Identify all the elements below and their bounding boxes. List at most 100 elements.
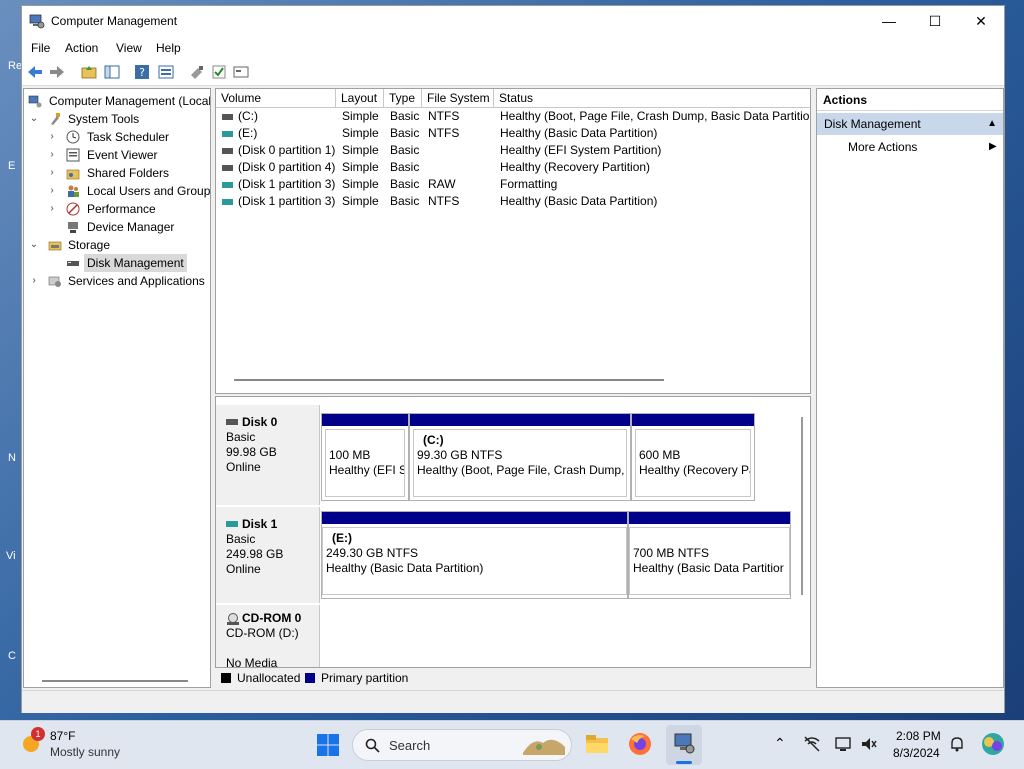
chevron-right-icon[interactable]: › [46, 200, 58, 218]
menu-bar: File Action View Help [22, 37, 1004, 59]
column-header-layout[interactable]: Layout [336, 89, 384, 108]
chevron-right-icon[interactable]: › [46, 146, 58, 164]
file-explorer-icon[interactable] [584, 731, 610, 757]
back-arrow-icon[interactable] [26, 63, 44, 81]
disk-0-label[interactable]: Disk 0 Basic 99.98 GB Online [216, 405, 320, 505]
taskbar-search-box[interactable]: Search [352, 729, 572, 761]
disk-0-partition-recovery[interactable]: 600 MB Healthy (Recovery Pa [631, 413, 755, 501]
clock-time[interactable]: 2:08 PM [896, 729, 941, 743]
notification-bell-icon[interactable] [948, 735, 966, 753]
up-folder-icon[interactable] [80, 63, 98, 81]
display-icon[interactable] [834, 735, 852, 753]
tree-item-task-scheduler[interactable]: › Task Scheduler [46, 128, 210, 146]
cd-drive-icon [227, 613, 239, 625]
tree-item-local-users[interactable]: › Local Users and Groups [46, 182, 210, 200]
primary-partition-swatch [305, 673, 315, 683]
tree-item-storage[interactable]: ⌄ Storage [28, 236, 210, 254]
chevron-right-icon[interactable]: › [46, 128, 58, 146]
network-icon[interactable] [803, 735, 821, 753]
chevron-down-icon[interactable]: ⌄ [28, 110, 40, 128]
tree-item-services-applications[interactable]: › Services and Applications [28, 272, 210, 290]
submenu-arrow-icon: ▶ [989, 141, 997, 152]
more-actions-item[interactable]: More Actions [848, 137, 917, 157]
computer-management-icon [29, 14, 45, 29]
desktop-icon-label: N [8, 452, 16, 464]
desktop-icon-label: C [8, 650, 16, 662]
clock-icon [66, 130, 80, 144]
copilot-icon[interactable] [980, 731, 1006, 757]
weather-temperature: 87°F [50, 729, 76, 743]
close-button[interactable]: ✕ [958, 6, 1004, 37]
menu-view[interactable]: View [116, 41, 142, 55]
disk-0-partition-1[interactable]: 100 MB Healthy (EFI S [321, 413, 409, 501]
desktop-icon-label: Vi [6, 550, 16, 562]
legend: Unallocated Primary partition [215, 669, 811, 687]
primary-partition-bar [629, 512, 790, 524]
tree-item-disk-management[interactable]: Disk Management [46, 254, 210, 272]
menu-file[interactable]: File [31, 41, 50, 55]
disk-1-label[interactable]: Disk 1 Basic 249.98 GB Online [216, 507, 320, 603]
weather-widget[interactable]: 1 87°F Mostly sunny [10, 727, 130, 763]
tree-horizontal-scrollbar[interactable] [42, 680, 188, 682]
primary-partition-bar [410, 414, 630, 426]
chevron-right-icon[interactable]: › [28, 272, 40, 290]
firefox-icon[interactable] [627, 731, 653, 757]
menu-help[interactable]: Help [156, 41, 181, 55]
active-app-indicator [676, 761, 692, 764]
tree-item-computer-management[interactable]: Computer Management (Local [26, 92, 210, 110]
minimize-button[interactable]: — [866, 6, 912, 37]
disk-view-vertical-scrollbar[interactable] [801, 417, 803, 595]
tree-item-event-viewer[interactable]: › Event Viewer [46, 146, 210, 164]
tree-item-shared-folders[interactable]: › Shared Folders [46, 164, 210, 182]
column-header-type[interactable]: Type [384, 89, 422, 108]
tree-item-performance[interactable]: › Performance [46, 200, 210, 218]
disk-0-partition-c[interactable]: (C:) 99.30 GB NTFS Healthy (Boot, Page F… [409, 413, 631, 501]
chevron-down-icon[interactable]: ⌄ [28, 236, 40, 254]
toolbar: ? [22, 59, 1004, 86]
unallocated-swatch [221, 673, 231, 683]
title-bar: Computer Management — ☐ ✕ [22, 6, 1004, 37]
tree-item-device-manager[interactable]: Device Manager [46, 218, 210, 236]
check-icon[interactable] [210, 63, 228, 81]
forward-arrow-icon[interactable] [48, 63, 66, 81]
actions-section-disk-management[interactable]: Disk Management ▲ [817, 113, 1003, 135]
clock-date[interactable]: 8/3/2024 [893, 746, 940, 760]
search-icon [365, 738, 380, 753]
connect-icon[interactable] [188, 63, 206, 81]
taskbar: 1 87°F Mostly sunny Search ⌃ 2:08 PM 8/3… [0, 720, 1024, 769]
weather-notification-badge: 1 [31, 727, 45, 741]
cdrom-0-label[interactable]: CD-ROM 0 CD-ROM (D:) No Media [216, 605, 320, 667]
properties-icon[interactable] [157, 63, 175, 81]
help-icon[interactable]: ? [133, 63, 151, 81]
windows-start-icon[interactable] [316, 733, 340, 757]
volume-muted-icon[interactable] [860, 735, 878, 753]
disk-management-icon [67, 261, 79, 266]
window-icon[interactable] [232, 63, 250, 81]
taskbar-computer-management[interactable] [666, 725, 702, 765]
chevron-right-icon[interactable]: › [46, 164, 58, 182]
services-icon [48, 276, 61, 287]
svg-text:?: ? [139, 66, 145, 79]
chevron-right-icon[interactable]: › [46, 182, 58, 200]
primary-partition-bar [322, 512, 627, 524]
maximize-button[interactable]: ☐ [912, 6, 958, 37]
volume-drive-icon [222, 165, 233, 171]
disk-1-partition-e[interactable]: (E:) 249.30 GB NTFS Healthy (Basic Data … [321, 511, 628, 599]
column-header-file-system[interactable]: File System [422, 89, 494, 108]
disk-1-partition-2[interactable]: 700 MB NTFS Healthy (Basic Data Partitio… [628, 511, 791, 599]
desktop-icon-label: Re [8, 60, 23, 72]
collapse-up-icon[interactable]: ▲ [987, 113, 997, 135]
actions-pane: Actions Disk Management ▲ More Actions ▶ [816, 88, 1004, 688]
show-hide-tree-icon[interactable] [103, 63, 121, 81]
volume-horizontal-scrollbar[interactable] [234, 379, 664, 381]
menu-action[interactable]: Action [65, 41, 98, 55]
column-header-status[interactable]: Status [494, 89, 810, 108]
weather-description: Mostly sunny [50, 745, 121, 759]
chevron-up-icon[interactable]: ⌃ [774, 735, 786, 752]
status-bar [22, 690, 1004, 713]
performance-icon [66, 202, 80, 216]
tree-item-system-tools[interactable]: ⌄ System Tools [28, 110, 210, 128]
tools-icon [51, 113, 60, 125]
column-header-volume[interactable]: Volume [216, 89, 336, 108]
volume-drive-icon [222, 148, 233, 154]
